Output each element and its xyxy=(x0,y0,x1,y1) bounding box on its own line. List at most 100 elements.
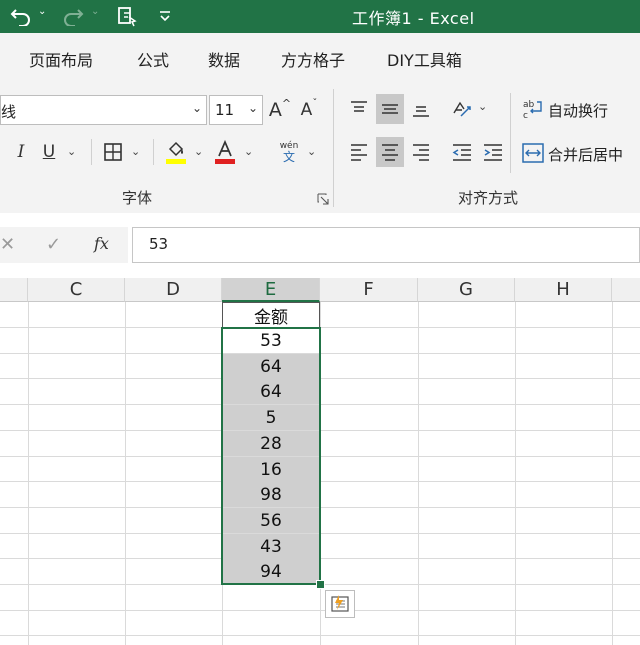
grid-line-horizontal xyxy=(0,430,640,431)
chevron-down-icon: ⌄ xyxy=(191,101,202,115)
font-name-value: 线 xyxy=(1,103,17,121)
grid-line-horizontal xyxy=(0,378,640,379)
align-left-icon xyxy=(351,144,367,161)
merge-center-icon-wrap[interactable] xyxy=(520,139,546,167)
cell-e-9[interactable]: 43 xyxy=(222,534,320,559)
bottom-align-button[interactable] xyxy=(407,94,435,124)
chevron-down-icon[interactable]: ⌄ xyxy=(478,100,487,113)
tab-diy-toolbox[interactable]: DIY工具箱 xyxy=(387,47,462,71)
ribbon-tabs: 页面布局 公式 数据 方方格子 DIY工具箱 xyxy=(0,33,640,81)
column-header-d[interactable]: D xyxy=(125,278,222,302)
align-middle-icon xyxy=(382,104,398,114)
chevron-down-icon[interactable]: ⌄ xyxy=(131,145,140,158)
formula-bar: ✕ ✓ fx 53 xyxy=(0,213,640,277)
tab-data[interactable]: 数据 xyxy=(208,47,240,71)
cell-e-7[interactable]: 98 xyxy=(222,482,320,507)
font-dialog-launcher[interactable] xyxy=(316,192,330,206)
align-center-button[interactable] xyxy=(376,137,404,167)
divider xyxy=(91,139,92,165)
formula-value: 53 xyxy=(149,235,169,253)
column-header-partial[interactable] xyxy=(0,278,28,302)
alignment-group-label: 对齐方式 xyxy=(458,189,519,207)
column-header-partial[interactable] xyxy=(612,278,640,302)
chevron-down-icon[interactable]: ⌄ xyxy=(244,145,253,158)
touch-mode-icon[interactable] xyxy=(114,4,140,28)
middle-align-button[interactable] xyxy=(376,94,404,124)
font-name-combo[interactable]: 线 ⌄ xyxy=(0,95,207,125)
redo-icon[interactable] xyxy=(60,4,86,28)
column-header-f[interactable]: F xyxy=(320,278,418,302)
decrease-indent-button[interactable] xyxy=(448,137,476,167)
insert-function-icon[interactable]: fx xyxy=(94,234,109,253)
divider xyxy=(153,139,154,165)
wrap-text-icon-wrap[interactable]: ab c xyxy=(520,95,546,123)
chevron-down-icon[interactable]: ⌄ xyxy=(307,145,316,158)
grow-font-button[interactable]: A ^ xyxy=(268,95,292,125)
grid-line-horizontal xyxy=(0,507,640,508)
quick-analysis-button[interactable] xyxy=(325,590,355,618)
grid-line-horizontal xyxy=(0,635,640,636)
grid-line-horizontal xyxy=(0,481,640,482)
chevron-down-icon[interactable]: ⌄ xyxy=(67,145,76,158)
divider xyxy=(510,93,511,173)
cell-e-1[interactable]: 53 xyxy=(222,328,320,353)
align-left-button[interactable] xyxy=(345,137,373,167)
increase-indent-button[interactable] xyxy=(479,137,507,167)
align-right-icon xyxy=(413,144,429,161)
column-header-e[interactable]: E xyxy=(222,278,320,302)
merge-center-button[interactable]: 合并后居中 xyxy=(548,144,623,165)
cell-e-6[interactable]: 16 xyxy=(222,457,320,482)
grid-line-horizontal xyxy=(0,327,640,328)
align-bottom-icon xyxy=(413,106,429,117)
undo-icon[interactable] xyxy=(8,4,34,28)
underline-button[interactable]: U xyxy=(38,139,60,165)
fill-handle[interactable] xyxy=(316,580,325,589)
top-align-button[interactable] xyxy=(345,94,373,124)
cell-e-5[interactable]: 28 xyxy=(222,431,320,456)
tab-page-layout[interactable]: 页面布局 xyxy=(29,47,93,71)
cell-e-3[interactable]: 64 xyxy=(222,379,320,404)
formula-input[interactable]: 53 xyxy=(132,227,640,263)
cell-e-10[interactable]: 94 xyxy=(222,559,320,584)
ribbon: 线 ⌄ 11 ⌄ A ^ Aˇ I U ⌄ ⌄ ⌄ ⌄ wén 文 ⌄ 字体 ⌄… xyxy=(0,81,640,214)
italic-button[interactable]: I xyxy=(10,139,32,165)
wrap-text-icon: abc xyxy=(523,100,542,121)
font-color-icon xyxy=(215,139,235,164)
font-color-button[interactable] xyxy=(213,137,237,167)
column-header-h[interactable]: H xyxy=(515,278,612,302)
borders-icon xyxy=(104,143,122,161)
grid-line-horizontal xyxy=(0,353,640,354)
redo-dropdown-icon[interactable]: ⌄ xyxy=(91,6,99,17)
cell-e-2[interactable]: 64 xyxy=(222,354,320,379)
group-divider xyxy=(333,89,334,207)
fill-color-button[interactable] xyxy=(164,137,188,167)
column-header-g[interactable]: G xyxy=(418,278,515,302)
paint-bucket-icon xyxy=(166,141,186,164)
borders-button[interactable] xyxy=(101,139,125,165)
shrink-font-button[interactable]: Aˇ xyxy=(297,95,321,125)
svg-text:ab: ab xyxy=(523,100,535,110)
orientation-button[interactable] xyxy=(448,94,476,124)
chevron-down-icon[interactable]: ⌄ xyxy=(194,145,203,158)
window-title: 工作簿1 - Excel xyxy=(352,9,475,28)
grid-line-horizontal xyxy=(0,404,640,405)
enter-icon[interactable]: ✓ xyxy=(46,234,61,255)
cell-e-4[interactable]: 5 xyxy=(222,405,320,430)
font-size-combo[interactable]: 11 ⌄ xyxy=(209,95,263,125)
chevron-down-icon: ⌄ xyxy=(247,101,258,115)
undo-dropdown-icon[interactable]: ⌄ xyxy=(38,6,46,17)
tab-formulas[interactable]: 公式 xyxy=(137,47,169,71)
phonetic-guide-button[interactable]: wén 文 xyxy=(272,137,306,167)
cell-e-header[interactable]: 金额 xyxy=(222,302,320,328)
cell-e-8[interactable]: 56 xyxy=(222,508,320,533)
align-top-icon xyxy=(351,101,367,112)
font-size-value: 11 xyxy=(215,101,235,119)
customize-qat-icon[interactable] xyxy=(152,4,178,28)
column-header-c[interactable]: C xyxy=(28,278,125,302)
align-right-button[interactable] xyxy=(407,137,435,167)
merge-center-icon xyxy=(522,143,544,163)
quick-analysis-icon xyxy=(331,595,349,612)
cancel-icon[interactable]: ✕ xyxy=(0,234,15,255)
tab-fangfang-gezi[interactable]: 方方格子 xyxy=(281,47,345,71)
wrap-text-button[interactable]: 自动换行 xyxy=(548,100,608,121)
